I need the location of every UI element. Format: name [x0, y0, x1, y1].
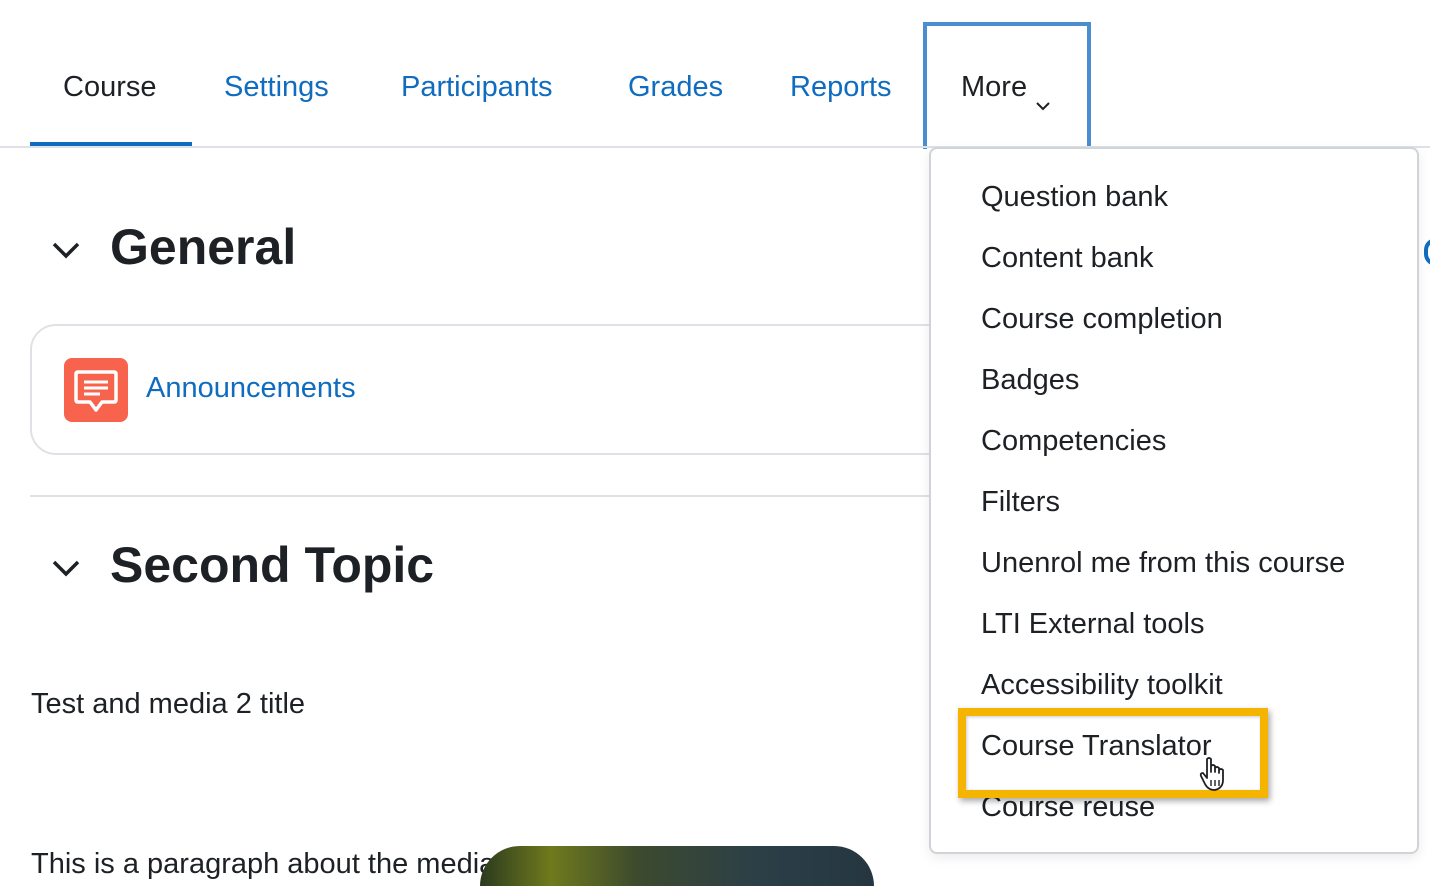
section-second-topic-collapse-toggle[interactable] — [50, 552, 82, 584]
menu-item-lti-external-tools[interactable]: LTI External tools — [981, 604, 1205, 644]
menu-item-badges[interactable]: Badges — [981, 360, 1079, 400]
hand-pointer-icon — [1198, 756, 1230, 792]
more-tab-label: More — [961, 71, 1028, 103]
tab-course[interactable]: Course — [63, 66, 157, 108]
menu-item-accessibility-toolkit[interactable]: Accessibility toolkit — [981, 665, 1223, 705]
menu-item-filters[interactable]: Filters — [981, 482, 1060, 522]
chevron-down-icon — [1035, 82, 1051, 111]
menu-item-course-completion[interactable]: Course completion — [981, 299, 1223, 339]
secondary-navigation: Course Settings Participants Grades Repo… — [0, 0, 1430, 149]
menu-item-unenrol[interactable]: Unenrol me from this course — [981, 543, 1345, 583]
media-thumbnail[interactable] — [480, 846, 874, 886]
edit-icon[interactable] — [1424, 238, 1430, 266]
tab-grades[interactable]: Grades — [628, 66, 723, 108]
tab-participants[interactable]: Participants — [401, 66, 553, 108]
tab-reports[interactable]: Reports — [790, 66, 892, 108]
section-partial-text: This is a paragraph about the media clip — [31, 848, 547, 880]
section-general-collapse-toggle[interactable] — [50, 234, 82, 266]
section-title-general: General — [110, 219, 297, 275]
chevron-down-icon — [52, 560, 80, 577]
tab-more[interactable]: More — [961, 66, 1051, 111]
menu-item-question-bank[interactable]: Question bank — [981, 177, 1168, 217]
section-title-second-topic: Second Topic — [110, 537, 435, 593]
activity-link-announcements[interactable]: Announcements — [146, 372, 356, 405]
chevron-down-icon — [52, 242, 80, 259]
menu-item-content-bank[interactable]: Content bank — [981, 238, 1154, 278]
forum-icon — [64, 358, 128, 422]
section-divider — [30, 495, 1030, 497]
tab-settings[interactable]: Settings — [224, 66, 329, 108]
section-text: Test and media 2 title — [31, 688, 306, 720]
menu-item-competencies[interactable]: Competencies — [981, 421, 1166, 461]
